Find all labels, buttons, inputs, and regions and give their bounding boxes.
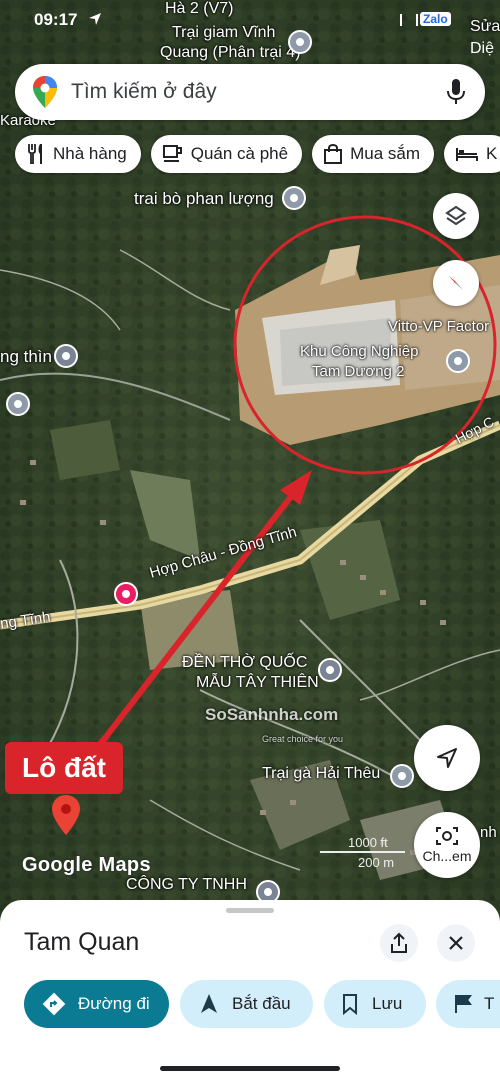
scale-bar: 1000 ft 200 m — [320, 835, 410, 871]
scale-label-ft: 1000 ft — [348, 835, 388, 850]
map-label: trai bò phan lượng — [134, 189, 274, 208]
map-label: Tam Dương 2 — [312, 363, 405, 380]
place-bottom-sheet[interactable]: Tam Quan Đường đi Bắt đầu Lưu T — [0, 900, 500, 1080]
google-maps-pin-icon — [33, 76, 57, 108]
microphone-icon[interactable] — [447, 79, 465, 105]
lot-annotation-text: Lô đất — [22, 752, 106, 783]
place-poi-icon[interactable] — [6, 392, 30, 416]
category-chips: Nhà hàng Quán cà phê Mua sắm K — [15, 135, 500, 173]
place-title: Tam Quan — [24, 928, 140, 956]
directions-label: Đường đi — [78, 994, 150, 1013]
camera-scan-icon — [436, 827, 458, 845]
status-right-text: Diệ — [470, 40, 495, 57]
directions-button[interactable]: Đường đi — [24, 980, 169, 1028]
layers-icon — [445, 205, 467, 226]
chip-label: Nhà hàng — [53, 144, 127, 163]
chip-label: Mua sắm — [350, 144, 421, 163]
hotel-poi-icon[interactable] — [114, 582, 138, 606]
location-pin-icon[interactable] — [52, 795, 80, 835]
navigation-arrow-icon — [437, 748, 457, 768]
map-label: ĐỀN THỜ QUỐC — [182, 654, 308, 671]
compass-button[interactable] — [433, 260, 479, 306]
map-label: nh — [480, 824, 497, 841]
map-label: Trại gà Hải Thêu — [262, 765, 381, 782]
chip-restaurants[interactable]: Nhà hàng — [15, 135, 141, 173]
industrial-poi-icon[interactable] — [446, 349, 470, 373]
status-time: 09:17 — [34, 10, 78, 29]
bookmark-icon — [343, 994, 357, 1015]
google-maps-logo: Google Maps — [22, 854, 151, 876]
explore-label: Ch...em — [422, 848, 472, 864]
save-button[interactable]: Lưu — [324, 980, 426, 1028]
farm-poi-icon[interactable] — [390, 764, 414, 788]
my-location-button[interactable] — [414, 725, 480, 791]
map-label: ng thìn — [0, 347, 52, 366]
home-indicator — [160, 1066, 340, 1071]
directions-icon — [42, 992, 66, 1016]
chip-hotels[interactable]: K — [444, 135, 500, 173]
chip-shopping[interactable]: Mua sắm — [312, 135, 435, 173]
save-label: Lưu — [372, 994, 403, 1013]
chip-label: K — [486, 144, 498, 163]
share-icon — [391, 932, 407, 953]
close-button[interactable] — [437, 924, 475, 962]
label-button[interactable]: T — [436, 980, 500, 1028]
explore-camera-button[interactable]: Ch...em — [414, 812, 480, 878]
search-input[interactable]: Tìm kiếm ở đây — [71, 80, 447, 104]
signal-icon — [400, 14, 418, 26]
label-text: T — [484, 994, 495, 1013]
zalo-icon: Zalo — [420, 12, 451, 26]
start-button[interactable]: Bắt đầu — [180, 980, 313, 1028]
chip-label: Quán cà phê — [190, 144, 289, 163]
map-label: Vitto-VP Factor — [388, 318, 490, 335]
map-label: MẪU TÂY THIÊN — [196, 674, 319, 691]
map-label: Khu Công Nghiệp — [300, 343, 419, 360]
compass-icon — [449, 276, 463, 290]
temple-poi-icon[interactable] — [318, 658, 342, 682]
flag-icon — [455, 995, 472, 1013]
watermark-logo: SoSanhnha.com — [205, 705, 339, 724]
scale-label-m: 200 m — [358, 855, 395, 870]
start-label: Bắt đầu — [232, 994, 291, 1013]
status-bar: 09:17 Zalo Diệ — [0, 6, 500, 57]
search-bar[interactable]: Tìm kiếm ở đây — [15, 64, 485, 120]
fork-knife-icon — [28, 144, 42, 164]
museum-poi-icon[interactable] — [54, 344, 78, 368]
lot-annotation-label: Lô đất — [5, 742, 123, 794]
close-icon — [449, 936, 463, 950]
layers-button[interactable] — [433, 193, 479, 239]
shopping-bag-icon — [324, 144, 343, 164]
place-poi-icon[interactable] — [282, 186, 306, 210]
bed-icon — [456, 148, 479, 161]
location-arrow-icon — [89, 13, 101, 25]
navigation-arrow-icon — [201, 994, 217, 1013]
coffee-cup-icon — [162, 145, 182, 162]
watermark-tagline: Great choice for you — [262, 734, 344, 744]
map-label: Quang (Phân trại 4) — [160, 44, 301, 61]
chip-cafes[interactable]: Quán cà phê — [150, 135, 303, 173]
share-button[interactable] — [380, 924, 418, 962]
drag-handle[interactable] — [226, 908, 274, 913]
map-label: CÔNG TY TNHH — [126, 876, 247, 893]
